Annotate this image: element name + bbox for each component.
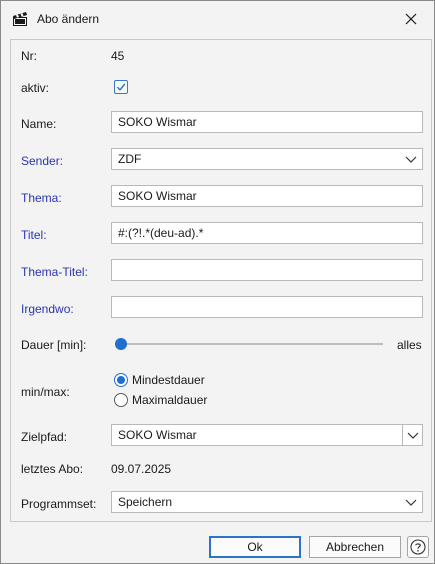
thema-titel-field[interactable] — [111, 259, 423, 281]
ok-button[interactable]: Ok — [209, 536, 301, 558]
minmax-label: min/max: — [21, 385, 70, 399]
thema-titel-label[interactable]: Thema-Titel: — [21, 265, 88, 279]
irgendwo-label[interactable]: Irgendwo: — [21, 302, 74, 316]
radio-mindestdauer[interactable] — [114, 373, 128, 387]
dauer-slider-thumb[interactable] — [115, 338, 127, 350]
chevron-down-icon — [405, 156, 417, 163]
sender-select[interactable]: ZDF — [111, 148, 423, 170]
dauer-label: Dauer [min]: — [21, 338, 87, 352]
titel-label[interactable]: Titel: — [21, 228, 47, 242]
zielpfad-dropdown-button[interactable] — [402, 425, 422, 445]
dauer-end-label: alles — [397, 338, 422, 352]
programmset-select[interactable]: Speichern — [111, 491, 423, 513]
help-button[interactable] — [407, 536, 429, 558]
irgendwo-field[interactable] — [111, 296, 423, 318]
zielpfad-combo[interactable]: SOKO Wismar — [111, 424, 423, 446]
aktiv-checkbox[interactable] — [114, 80, 128, 94]
zielpfad-label: Zielpfad: — [21, 430, 68, 444]
cancel-button[interactable]: Abbrechen — [309, 536, 401, 558]
radio-maximaldauer[interactable] — [114, 393, 128, 407]
mindestdauer-label[interactable]: Mindestdauer — [132, 373, 205, 387]
title-bar: Abo ändern — [1, 1, 434, 37]
programmset-label: Programmset: — [21, 497, 97, 511]
nr-value: 45 — [111, 49, 125, 63]
thema-field[interactable]: SOKO Wismar — [111, 185, 423, 207]
programmset-value: Speichern — [118, 495, 173, 509]
zielpfad-value[interactable]: SOKO Wismar — [118, 425, 197, 445]
dauer-slider-track[interactable] — [121, 343, 383, 345]
sender-value: ZDF — [118, 152, 142, 166]
maximaldauer-label[interactable]: Maximaldauer — [132, 393, 207, 407]
help-icon — [410, 539, 426, 555]
clapperboard-icon — [12, 11, 28, 27]
aktiv-label: aktiv: — [21, 81, 50, 95]
letztes-abo-label: letztes Abo: — [21, 462, 84, 476]
name-field[interactable]: SOKO Wismar — [111, 111, 423, 133]
titel-field[interactable]: #:(?!.*(deu-ad).* — [111, 222, 423, 244]
thema-label[interactable]: Thema: — [21, 191, 62, 205]
name-label: Name: — [21, 117, 57, 131]
sender-label[interactable]: Sender: — [21, 154, 63, 168]
close-icon — [405, 13, 417, 25]
nr-label: Nr: — [21, 49, 37, 63]
chevron-down-icon — [407, 432, 418, 439]
form-panel: Nr: 45 aktiv: Name: SOKO Wismar Sender: … — [10, 39, 432, 522]
letztes-abo-value: 09.07.2025 — [111, 462, 172, 476]
dialog-window: Abo ändern Nr: 45 aktiv: Name: SOKO Wism… — [0, 0, 435, 564]
window-title: Abo ändern — [37, 12, 100, 26]
checkmark-icon — [116, 83, 126, 91]
chevron-down-icon — [405, 499, 417, 506]
close-button[interactable] — [393, 5, 429, 33]
